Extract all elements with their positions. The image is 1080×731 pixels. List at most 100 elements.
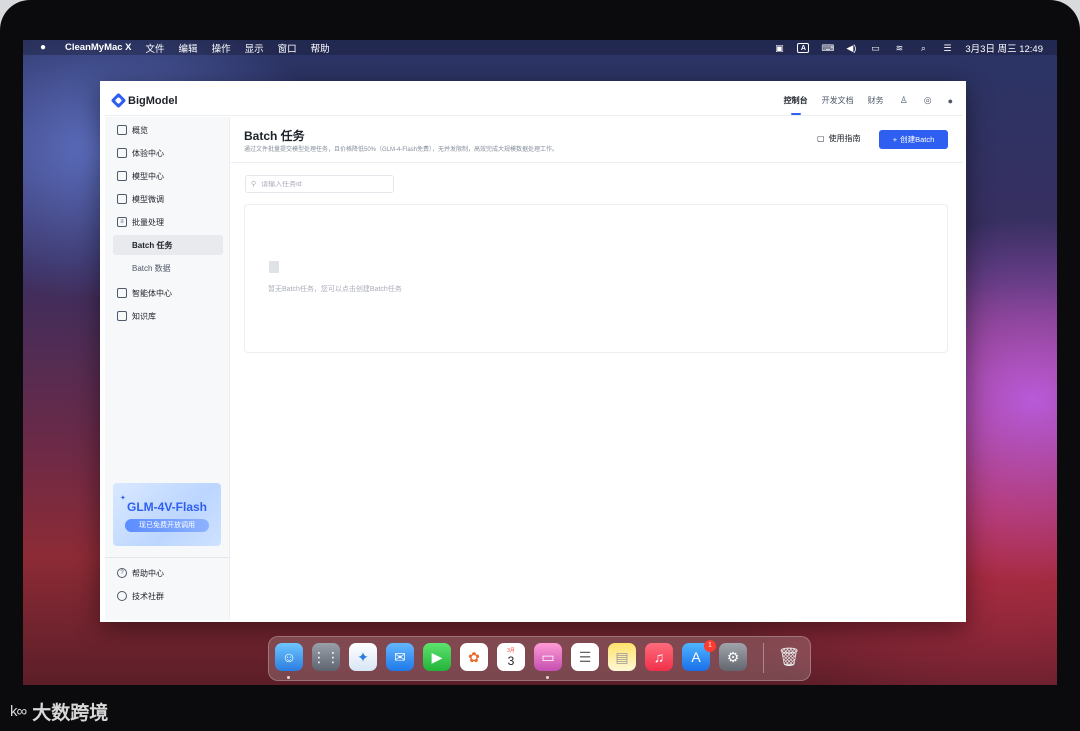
watermark-text: 大数跨境 — [32, 703, 109, 724]
sidebar-item-help[interactable]: ? 帮助中心 — [113, 563, 223, 583]
facetime-icon[interactable]: ▶ — [423, 643, 451, 671]
menu-action[interactable]: 操作 — [212, 41, 231, 55]
guide-label: 使用指南 — [828, 134, 861, 143]
sidebar-item-overview[interactable]: 概览 — [113, 120, 223, 140]
task-search-input[interactable] — [261, 180, 382, 188]
sidebar-item-label: 帮助中心 — [132, 568, 164, 578]
launchpad-icon[interactable]: ⋮⋮ — [312, 643, 340, 671]
batch-icon: ≡ — [117, 217, 127, 227]
menu-bar: ● CleanMyMac X 文件 编辑 操作 显示 窗口 帮助 ▣ A ⌨ ◀… — [23, 40, 1057, 55]
sidebar-item-experience[interactable]: 体验中心 — [113, 143, 223, 163]
sidebar-item-label: 技术社群 — [132, 591, 164, 601]
menu-view[interactable]: 显示 — [245, 41, 264, 55]
sidebar-item-label: 知识库 — [132, 311, 156, 321]
menu-edit[interactable]: 编辑 — [179, 41, 198, 55]
battery-icon[interactable]: ▭ — [869, 43, 881, 53]
mail-icon[interactable]: ✉ — [386, 643, 414, 671]
header-divider — [231, 162, 963, 163]
menu-clock[interactable]: 3月3日 周三 12:49 — [965, 41, 1043, 55]
sidebar-item-models[interactable]: 模型中心 — [113, 166, 223, 186]
cleanmymac-icon[interactable]: ▭ — [534, 643, 562, 671]
menu-app-name[interactable]: CleanMyMac X — [65, 42, 132, 53]
promo-title: GLM-4V-Flash — [126, 500, 207, 514]
page-title: Batch 任务 — [244, 129, 305, 143]
volume-icon[interactable]: ◀) — [845, 43, 857, 53]
sidebar-item-knowledge[interactable]: 知识库 — [113, 306, 223, 326]
task-search-box[interactable]: ⚲ — [245, 175, 394, 193]
screen-share-icon[interactable]: ▣ — [773, 43, 785, 53]
sidebar-item-label: 体验中心 — [132, 148, 164, 158]
menu-file[interactable]: 文件 — [146, 41, 165, 55]
sidebar-item-label: 批量处理 — [132, 217, 164, 227]
nav-finance[interactable]: 财务 — [868, 86, 884, 115]
finder-icon[interactable]: ☺ — [275, 643, 303, 671]
calendar-month: 3月 — [507, 647, 515, 654]
guide-button[interactable]: ▢ 使用指南 — [817, 133, 861, 144]
sidebar: 概览 体验中心 模型中心 模型微调 ≡ 批量处理 Batch 任务 Batch … — [105, 117, 230, 620]
search-icon: ⚲ — [251, 181, 257, 188]
menu-window[interactable]: 窗口 — [278, 41, 297, 55]
page-description: 通过文件批量提交模型处理任务，且价格降低50%（GLM-4-Flash免费），无… — [244, 147, 559, 153]
wifi-icon[interactable]: ≋ — [893, 43, 905, 53]
help-icon: ? — [117, 568, 127, 578]
top-nav: 控制台 开发文档 财务 ♙ ◎ ● — [770, 86, 953, 115]
chat-icon — [117, 591, 127, 601]
app-store-badge: 1 — [704, 640, 716, 652]
sidebar-item-label: 模型微调 — [132, 194, 164, 204]
book-open-icon: ▢ — [817, 134, 825, 143]
monitor-icon — [117, 125, 127, 135]
task-list-panel: 暂无Batch任务，您可以点击创建Batch任务 — [244, 204, 948, 353]
photos-icon[interactable]: ✿ — [460, 643, 488, 671]
empty-file-icon — [269, 261, 279, 273]
nav-console[interactable]: 控制台 — [784, 86, 808, 115]
watermark: k∞ 大数跨境 — [10, 698, 108, 725]
sidebar-item-finetune[interactable]: 模型微调 — [113, 189, 223, 209]
browser-window: BigModel 控制台 开发文档 财务 ♙ ◎ ● 概览 体验中心 模型中心 … — [100, 81, 966, 622]
calendar-day: 3 — [507, 653, 515, 668]
spotlight-search-icon[interactable]: ⌕ — [917, 43, 929, 53]
promo-banner[interactable]: ✦ GLM-4V-Flash 现已免费开放调用 — [113, 483, 221, 546]
bigmodel-logo-icon — [110, 92, 127, 109]
sidebar-item-label: 概览 — [132, 125, 148, 135]
running-indicator — [287, 676, 290, 679]
sidebar-item-batch-data[interactable]: Batch 数据 — [113, 258, 223, 278]
sidebar-item-label: 智能体中心 — [132, 288, 172, 298]
experience-icon — [117, 148, 127, 158]
trash-icon[interactable]: 🗑 — [775, 643, 803, 671]
menu-extras: ▣ A ⌨ ◀) ▭ ≋ ⌕ ☰ 3月3日 周三 12:49 — [773, 41, 1043, 55]
input-method-icon[interactable]: A — [797, 42, 810, 53]
empty-state-text: 暂无Batch任务，您可以点击创建Batch任务 — [268, 286, 402, 293]
sidebar-divider — [105, 557, 230, 558]
sidebar-item-community[interactable]: 技术社群 — [113, 586, 223, 606]
apple-menu-icon[interactable]: ● — [31, 42, 55, 53]
sidebar-item-batch[interactable]: ≡ 批量处理 — [113, 212, 223, 232]
create-batch-label: 创建Batch — [900, 135, 935, 144]
sidebar-item-batch-tasks[interactable]: Batch 任务 — [113, 235, 223, 255]
control-center-icon[interactable]: ☰ — [941, 43, 953, 53]
dock: ☺ ⋮⋮ ✦ ✉ ▶ ✿ 3月 3 ▭ ☰ ▤ ♫ A 1 ⚙ 🗑 — [268, 636, 811, 681]
top-nav-bar: BigModel 控制台 开发文档 财务 ♙ ◎ ● — [105, 86, 963, 116]
main-content: Batch 任务 通过文件批量提交模型处理任务，且价格降低50%（GLM-4-F… — [231, 117, 963, 620]
notes-icon[interactable]: ▤ — [608, 643, 636, 671]
agent-icon — [117, 288, 127, 298]
running-indicator — [546, 676, 549, 679]
user-search-icon[interactable]: ♙ — [900, 95, 908, 106]
globe-icon[interactable]: ◎ — [924, 95, 932, 106]
sidebar-item-agents[interactable]: 智能体中心 — [113, 283, 223, 303]
music-icon[interactable]: ♫ — [645, 643, 673, 671]
create-batch-button[interactable]: + 创建Batch — [879, 130, 948, 149]
cube-icon — [117, 171, 127, 181]
nav-docs[interactable]: 开发文档 — [822, 86, 854, 115]
logo[interactable]: BigModel — [110, 92, 178, 109]
logo-text: BigModel — [128, 94, 178, 107]
system-preferences-icon[interactable]: ⚙ — [719, 643, 747, 671]
sidebar-item-label: Batch 任务 — [132, 240, 173, 250]
calendar-icon[interactable]: 3月 3 — [497, 643, 525, 671]
menu-help[interactable]: 帮助 — [311, 41, 330, 55]
keyboard-icon[interactable]: ⌨ — [821, 43, 834, 53]
safari-icon[interactable]: ✦ — [349, 643, 377, 671]
reminders-icon[interactable]: ☰ — [571, 643, 599, 671]
sidebar-item-label: 模型中心 — [132, 171, 164, 181]
account-icon[interactable]: ● — [948, 96, 953, 106]
desktop-screen: ● CleanMyMac X 文件 编辑 操作 显示 窗口 帮助 ▣ A ⌨ ◀… — [23, 40, 1057, 685]
